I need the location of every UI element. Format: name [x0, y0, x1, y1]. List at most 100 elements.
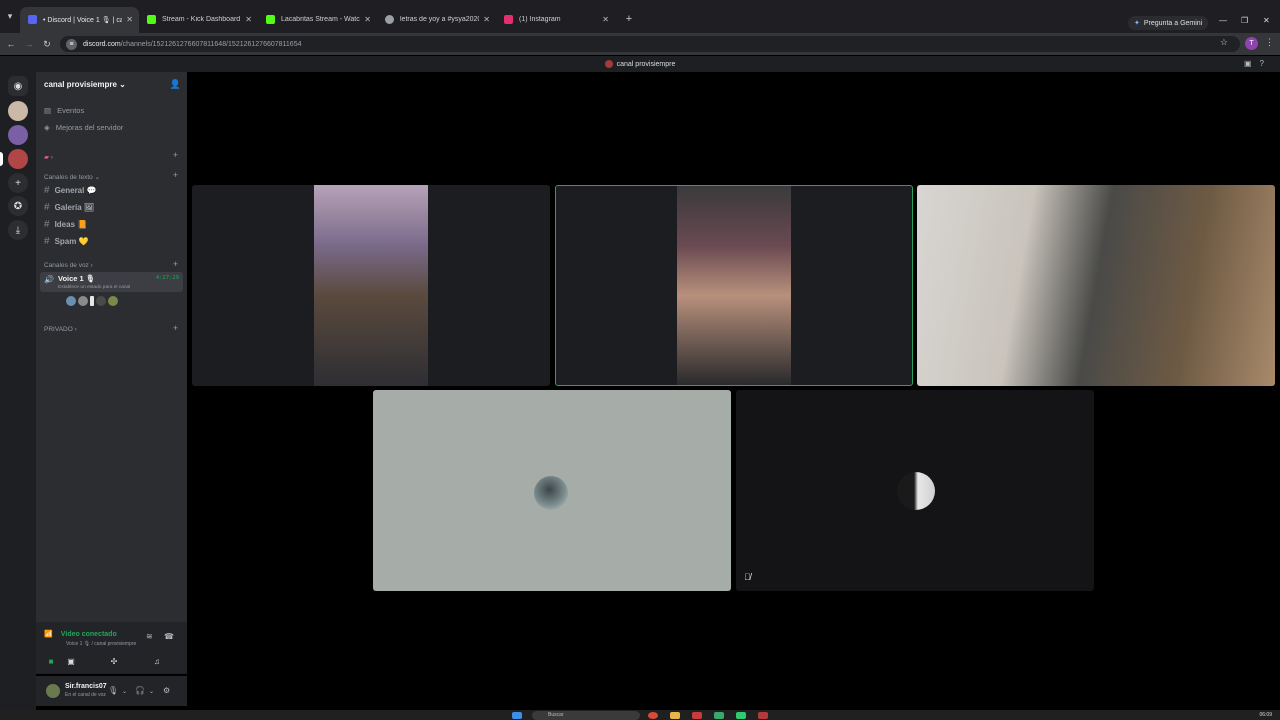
close-icon[interactable]: ✕ — [602, 15, 609, 24]
minimize-icon[interactable]: — — [1219, 16, 1227, 25]
channel-galeria[interactable]: # Galería 🖼 — [44, 202, 94, 213]
voice-participants — [66, 296, 118, 306]
video-tile-1[interactable] — [192, 185, 550, 386]
hash-icon: # — [44, 202, 50, 213]
chevron-down-icon[interactable]: ⌄ — [122, 688, 127, 695]
url-text: discord.com/channels/1521261276607811648… — [83, 41, 302, 48]
screen-share-button[interactable]: ▣ — [54, 654, 88, 668]
voice-channel-voice-1[interactable]: 🔊 Voice 1 🎙 4:27:29 Establece un estado … — [40, 272, 183, 292]
discord-home-icon[interactable]: ◉ — [8, 76, 28, 96]
discord-favicon-icon — [28, 15, 37, 24]
channel-status-prompt[interactable]: Establece un estado para el canal — [58, 285, 130, 290]
bookmark-star-icon[interactable]: ☆ — [1220, 37, 1228, 48]
user-name[interactable]: Sir.francis07 — [65, 683, 107, 690]
tab-lacabritas-stream[interactable]: Lacabritas Stream - Watch Live ✕ — [258, 7, 377, 33]
channel-spam[interactable]: # Spam 💛 — [44, 236, 89, 247]
back-icon[interactable]: ← — [2, 39, 20, 49]
add-channel-icon[interactable]: + — [173, 259, 178, 269]
headphones-icon[interactable]: 🎧 — [135, 686, 145, 695]
tab-discord[interactable]: • Discord | Voice 1 🎙 | canal provisiemp… — [20, 6, 139, 33]
add-server-icon[interactable]: + — [8, 173, 28, 193]
avatar[interactable] — [78, 296, 88, 306]
close-icon[interactable]: ✕ — [364, 15, 371, 24]
channel-general[interactable]: # General 💬 — [44, 185, 97, 196]
start-icon[interactable] — [512, 712, 522, 719]
gemini-button[interactable]: ✦ Pregunta a Gemini — [1128, 16, 1209, 30]
tab-letras[interactable]: letras de yoy a #ysya2020, vol. ✕ — [377, 7, 496, 33]
folder-icon[interactable] — [670, 712, 680, 719]
app-icon[interactable] — [736, 712, 746, 719]
explore-icon[interactable]: ✪ — [8, 196, 28, 216]
tab-kick-dashboard[interactable]: Stream - Kick Dashboard ✕ — [139, 7, 258, 33]
new-tab-button[interactable]: + — [619, 13, 639, 25]
restore-icon[interactable]: ❐ — [1241, 16, 1248, 25]
microphone-icon[interactable]: 🎙 — [108, 686, 118, 695]
app-icon[interactable] — [758, 712, 768, 719]
instagram-favicon-icon — [504, 15, 513, 24]
reload-icon[interactable]: ↻ — [38, 39, 56, 50]
download-icon[interactable]: ⤓ — [8, 220, 28, 240]
app-icon[interactable] — [692, 712, 702, 719]
avatar[interactable] — [66, 296, 76, 306]
video-tile-2-speaking[interactable] — [555, 185, 913, 386]
boosts-item[interactable]: ◈ Mejoras del servidor — [44, 123, 123, 132]
browser-menu-icon[interactable]: ⋮ — [1265, 37, 1274, 48]
avatar — [897, 472, 935, 510]
kick-favicon-icon — [266, 15, 275, 24]
events-label: Eventos — [57, 106, 85, 115]
avatar[interactable] — [108, 296, 118, 306]
window-close-icon[interactable]: ✕ — [1263, 16, 1270, 25]
disconnect-icon[interactable]: ☎ — [164, 632, 174, 641]
tab-instagram[interactable]: (1) Instagram ✕ — [496, 7, 615, 33]
tab-search-icon[interactable]: ▾ — [0, 0, 20, 33]
taskbar-search-input[interactable]: Buscar — [532, 711, 640, 720]
help-icon[interactable]: ? — [1260, 59, 1272, 68]
server-avatar-2[interactable] — [8, 125, 28, 145]
signal-icon: 📶 — [44, 631, 53, 638]
active-server-indicator — [0, 152, 3, 166]
invite-people-icon[interactable]: 👤 — [170, 79, 181, 90]
soundboard-button[interactable]: ♫ — [140, 654, 174, 668]
close-icon[interactable]: ✕ — [483, 15, 490, 24]
close-icon[interactable]: ✕ — [126, 15, 133, 24]
avatar[interactable] — [46, 684, 60, 698]
video-tile-3[interactable] — [917, 185, 1275, 386]
server-name-header[interactable]: canal provisiempre ⌄ — [44, 80, 126, 89]
avatar[interactable] — [90, 296, 94, 306]
close-icon[interactable]: ✕ — [245, 15, 252, 24]
inbox-icon[interactable]: ▣ — [1244, 59, 1260, 68]
participant-tile-5[interactable]: 🎙̸ — [736, 390, 1094, 591]
voice-connected-subtitle[interactable]: Voice 1 🎙 / canal provisiempre — [66, 641, 136, 647]
url-field[interactable]: ≡ discord.com/channels/15212612766078116… — [60, 36, 1240, 52]
category-label: Canales de texto — [44, 174, 93, 181]
site-info-icon[interactable]: ≡ — [66, 38, 77, 50]
app-icon[interactable] — [714, 712, 724, 719]
channel-label: Spam 💛 — [54, 237, 89, 246]
category-text-channels[interactable]: Canales de texto ⌄ — [44, 173, 100, 181]
category-label: PRIVADO — [44, 326, 73, 333]
chevron-down-icon[interactable]: ⌄ — [149, 688, 154, 695]
add-channel-icon[interactable]: + — [173, 170, 178, 180]
server-avatar-1[interactable] — [8, 101, 28, 121]
participant-tile-4[interactable] — [373, 390, 731, 591]
url-path: /channels/1521261276607811648/1521261276… — [120, 40, 302, 48]
soundboard-icon: ♫ — [154, 656, 160, 666]
hash-icon: # — [44, 219, 50, 230]
taskbar-clock[interactable]: 06:09 — [1259, 712, 1272, 718]
add-channel-icon[interactable]: + — [173, 150, 178, 160]
server-name: canal provisiempre — [44, 80, 117, 89]
forward-icon[interactable]: → — [20, 39, 38, 49]
category-private[interactable]: PRIVADO › — [44, 326, 77, 333]
add-channel-icon[interactable]: + — [173, 323, 178, 333]
activities-button[interactable]: ✣ — [97, 654, 131, 668]
settings-gear-icon[interactable]: ⚙ — [163, 686, 170, 695]
noise-suppression-icon[interactable]: ≋ — [146, 632, 153, 641]
profile-avatar[interactable]: T — [1245, 37, 1258, 50]
category-flag[interactable]: ▰ › — [44, 153, 53, 161]
browser-icon[interactable] — [648, 712, 658, 719]
events-item[interactable]: ▤ Eventos — [44, 106, 84, 115]
channel-ideas[interactable]: # Ideas 📙 — [44, 219, 87, 230]
category-voice-channels[interactable]: Canales de voz › — [44, 262, 93, 269]
server-avatar-active[interactable] — [8, 149, 28, 169]
avatar[interactable] — [96, 296, 106, 306]
